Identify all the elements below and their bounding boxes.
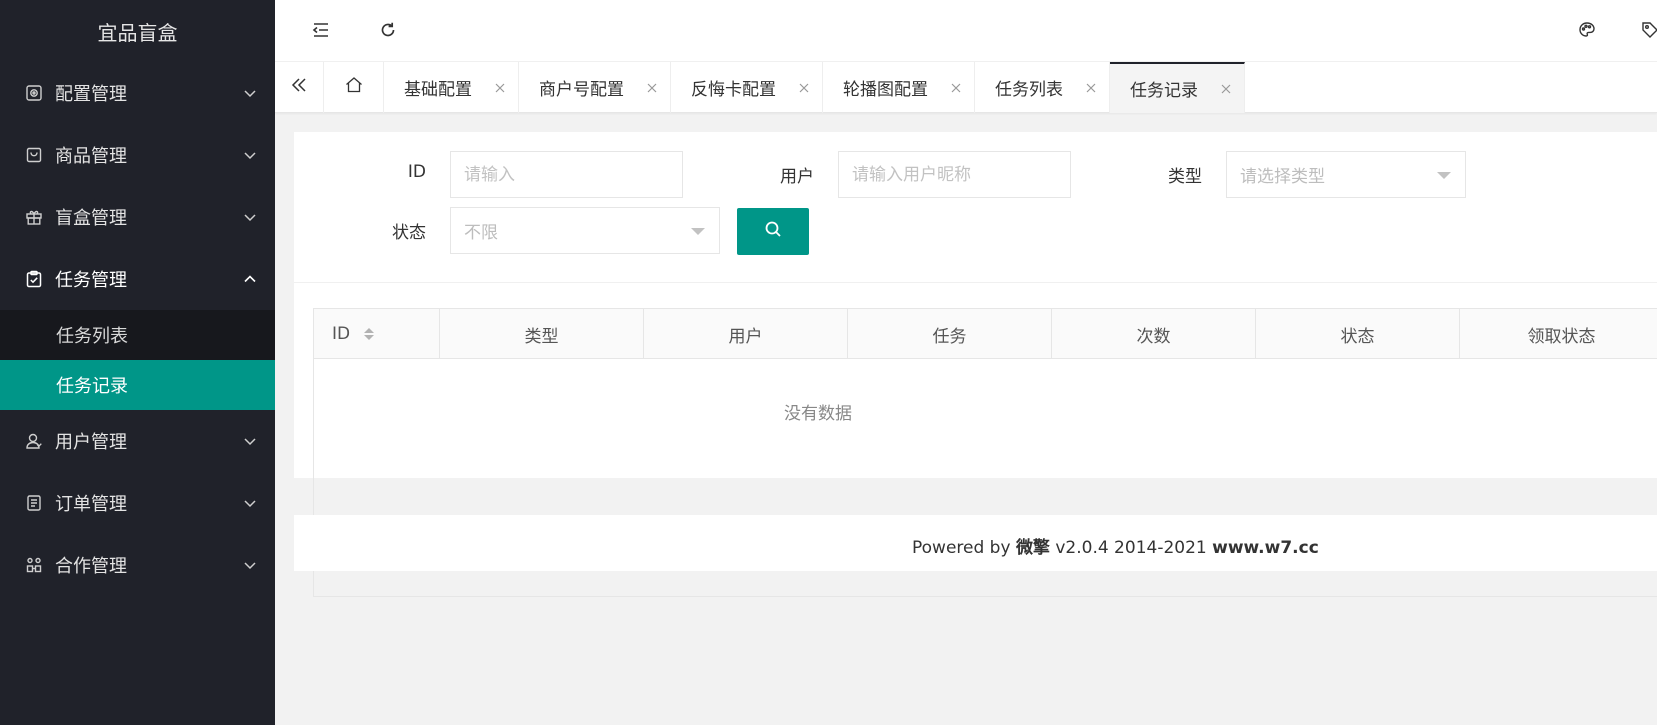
sidebar-subitem-task-list[interactable]: 任务列表 (0, 310, 275, 360)
refresh-icon[interactable] (376, 18, 400, 42)
sidebar-item-label: 盲盒管理 (55, 208, 127, 229)
divider (294, 282, 1657, 283)
app-logo[interactable]: 宜品盲盒 (0, 0, 275, 62)
sidebar-item-label: 任务管理 (55, 270, 127, 291)
partner-icon (24, 555, 44, 575)
content-card: ID 用户 类型 请选择类型 状态 不限 ID 类型 用户 任务 次数 状态 领… (294, 132, 1657, 597)
footer-text: Powered by 微擎 v2.0.4 2014-2021 www.w7.cc (912, 533, 1319, 558)
order-icon (24, 493, 44, 513)
user-filter-label: 用户 (780, 167, 814, 187)
caret-down-icon (1437, 172, 1451, 179)
sidebar-item-blindbox[interactable]: 盲盒管理 (0, 186, 275, 248)
id-filter-label: ID (407, 162, 426, 182)
column-header-claim-status: 领取状态 (1460, 309, 1657, 359)
tab-label: 轮播图配置 (843, 80, 928, 100)
product-icon (24, 145, 44, 165)
status-filter-select[interactable]: 不限 (450, 207, 720, 254)
tabs-scroll-left-button[interactable] (275, 62, 324, 113)
tab-home[interactable] (324, 62, 384, 113)
tab-regret-card-config[interactable]: 反悔卡配置 (671, 62, 823, 113)
id-filter-input[interactable] (450, 151, 683, 198)
gift-icon (24, 207, 44, 227)
tab-label: 基础配置 (404, 80, 472, 100)
chevron-down-icon (243, 148, 257, 162)
empty-text: 没有数据 (784, 404, 852, 424)
status-select-value: 不限 (464, 223, 498, 243)
tab-merchant-config[interactable]: 商户号配置 (519, 62, 671, 113)
tab-label: 反悔卡配置 (691, 80, 776, 100)
tab-label: 任务列表 (995, 80, 1063, 100)
user-icon (24, 431, 44, 451)
footer: Powered by 微擎 v2.0.4 2014-2021 www.w7.cc (294, 515, 1657, 571)
tab-label: 任务记录 (1130, 81, 1198, 101)
chevron-down-icon (243, 86, 257, 100)
footer-brand: 微擎 (1015, 538, 1050, 558)
settings-icon (24, 83, 44, 103)
tab-label: 商户号配置 (539, 80, 624, 100)
sidebar-item-partners[interactable]: 合作管理 (0, 534, 275, 596)
column-header-id[interactable]: ID (314, 309, 440, 359)
column-header-status: 状态 (1256, 309, 1460, 359)
sidebar-item-label: 配置管理 (55, 84, 127, 105)
chevron-down-icon (243, 210, 257, 224)
footer-version: v2.0.4 2014-2021 (1049, 538, 1213, 558)
search-button[interactable] (737, 208, 809, 255)
search-icon (763, 219, 783, 244)
task-icon (24, 269, 44, 289)
type-select-placeholder: 请选择类型 (1240, 167, 1325, 187)
table-empty-state: 没有数据 (114, 359, 1657, 464)
tab-carousel-config[interactable]: 轮播图配置 (823, 62, 975, 113)
chevron-down-icon (243, 496, 257, 510)
footer-prefix: Powered by (912, 538, 1016, 558)
status-filter-label: 状态 (392, 223, 426, 243)
close-icon[interactable] (494, 82, 506, 94)
sidebar-item-products[interactable]: 商品管理 (0, 124, 275, 186)
sidebar-item-label: 商品管理 (55, 146, 127, 167)
user-filter-input[interactable] (838, 151, 1071, 198)
sidebar-item-config[interactable]: 配置管理 (0, 62, 275, 124)
close-icon[interactable] (646, 82, 658, 94)
sidebar-item-orders[interactable]: 订单管理 (0, 472, 275, 534)
close-icon[interactable] (1220, 83, 1232, 95)
column-header-type: 类型 (440, 309, 644, 359)
column-header-user: 用户 (644, 309, 848, 359)
home-icon (344, 75, 364, 100)
sort-icon[interactable] (364, 328, 375, 340)
page-tabs: 基础配置 商户号配置 反悔卡配置 轮播图配置 任务列表 任务记录 (275, 62, 1657, 113)
type-filter-label: 类型 (1168, 167, 1202, 187)
close-icon[interactable] (1085, 82, 1097, 94)
sidebar-item-label: 合作管理 (55, 556, 127, 577)
tab-task-list[interactable]: 任务列表 (975, 62, 1110, 113)
type-filter-select[interactable]: 请选择类型 (1226, 151, 1466, 198)
column-header-count: 次数 (1052, 309, 1256, 359)
sidebar-item-tasks[interactable]: 任务管理 (0, 248, 275, 310)
column-header-task: 任务 (848, 309, 1052, 359)
tag-icon[interactable] (1638, 18, 1657, 42)
tab-task-records[interactable]: 任务记录 (1110, 62, 1245, 113)
caret-down-icon (691, 228, 705, 235)
double-chevron-left-icon (290, 76, 308, 99)
tab-basic-config[interactable]: 基础配置 (384, 62, 519, 113)
close-icon[interactable] (798, 82, 810, 94)
menu-fold-icon[interactable] (309, 18, 333, 42)
sidebar-item-label: 订单管理 (55, 494, 127, 515)
top-header (275, 0, 1657, 62)
close-icon[interactable] (950, 82, 962, 94)
footer-site-link[interactable]: www.w7.cc (1212, 538, 1319, 558)
table-header: ID 类型 用户 任务 次数 状态 领取状态 (314, 309, 1657, 359)
chevron-down-icon (243, 558, 257, 572)
chevron-up-icon (243, 272, 257, 286)
theme-palette-icon[interactable] (1575, 18, 1599, 42)
